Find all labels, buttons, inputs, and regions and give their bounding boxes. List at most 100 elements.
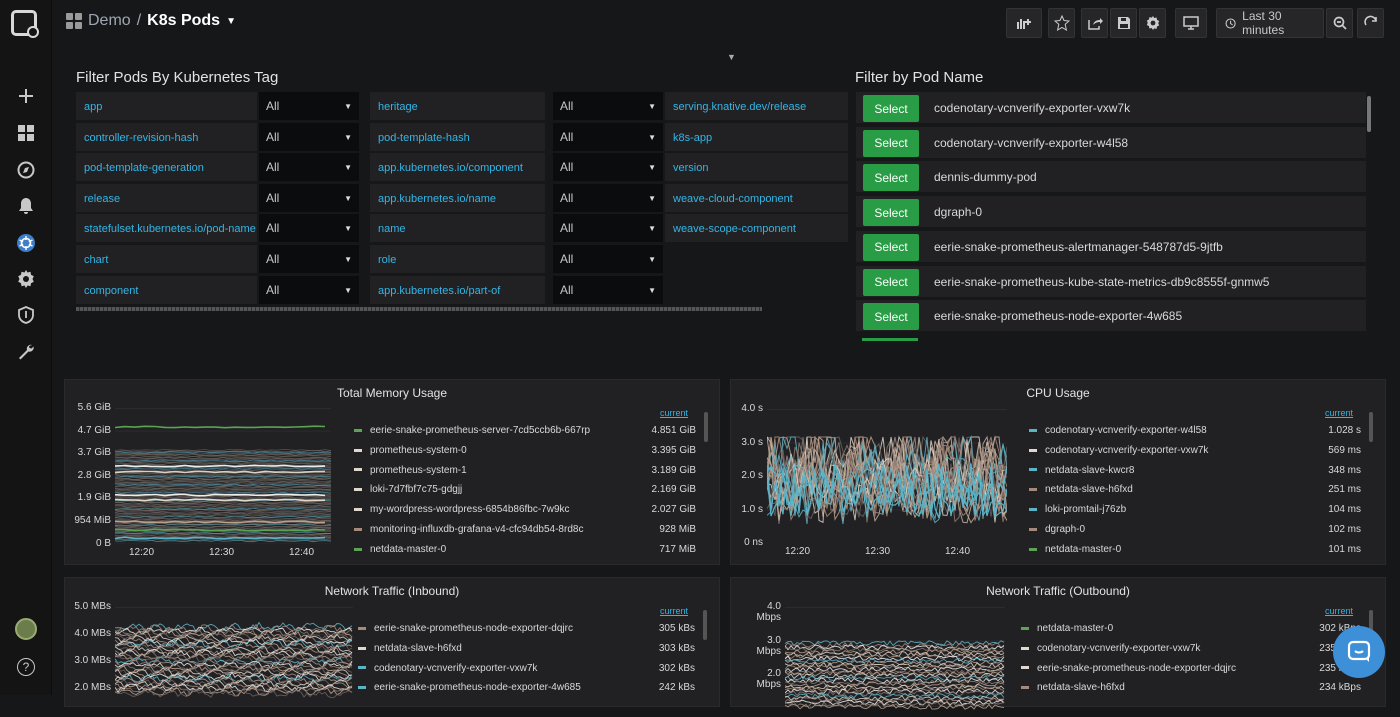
kubernetes-icon[interactable] [0, 226, 52, 260]
add-panel-button[interactable] [1006, 8, 1042, 38]
graph-plot-area[interactable] [785, 607, 1005, 717]
legend-sort-header[interactable]: current [660, 606, 688, 616]
legend-sort-header[interactable]: current [660, 408, 688, 418]
legend-item[interactable]: eerie-snake-prometheus-node-exporter-dqj… [358, 623, 695, 643]
legend-item[interactable]: monitoring-influxdb-grafana-v4-cfc94db54… [354, 524, 696, 544]
graph-plot-area[interactable] [115, 408, 331, 544]
star-button[interactable] [1048, 8, 1075, 38]
wrench-icon[interactable] [0, 335, 52, 369]
legend-name: eerie-snake-prometheus-node-exporter-dqj… [1037, 663, 1236, 674]
legend-item[interactable]: codenotary-vcnverify-exporter-vxw7k569 m… [1029, 445, 1361, 465]
pod-name: codenotary-vcnverify-exporter-vxw7k [934, 101, 1130, 115]
select-button-partial[interactable] [862, 338, 918, 341]
breadcrumb[interactable]: Demo / K8s Pods ▼ [66, 12, 236, 30]
time-picker[interactable]: Last 30 minutes [1216, 8, 1324, 38]
legend-item[interactable]: eerie-snake-prometheus-node-exporter-dqj… [1021, 663, 1361, 683]
tag-select-controller-revision-hash[interactable]: All▼ [259, 123, 359, 151]
gear-icon[interactable] [0, 262, 52, 296]
legend-name: netdata-master-0 [1045, 544, 1121, 555]
select-value: All [266, 221, 279, 242]
compass-icon[interactable] [0, 153, 52, 187]
legend-item[interactable]: netdata-slave-h6fxd303 kBs [358, 643, 695, 663]
row-collapse-icon[interactable]: ▼ [727, 52, 736, 62]
shield-icon[interactable] [0, 298, 52, 332]
y-tick-label: 2.0 Mbps [741, 668, 781, 690]
graph-plot-area[interactable] [767, 409, 1007, 543]
view-mode-button[interactable] [1175, 8, 1207, 38]
legend-series: netdata-slave-h6fxd [1021, 682, 1125, 693]
legend-item[interactable]: netdata-slave-h6fxd251 ms [1029, 484, 1361, 504]
tag-select-app-kubernetes-io-part-of[interactable]: All▼ [553, 276, 663, 304]
select-button[interactable]: Select [863, 130, 919, 157]
chevron-down-icon[interactable]: ▼ [226, 16, 236, 27]
tag-select-pod-template-generation[interactable]: All▼ [259, 153, 359, 181]
legend-series: netdata-master-0 [1029, 544, 1121, 555]
select-button[interactable]: Select [863, 234, 919, 261]
tag-label-release: release [76, 184, 257, 212]
tag-select-chart[interactable]: All▼ [259, 245, 359, 273]
legend-item[interactable]: codenotary-vcnverify-exporter-vxw7k302 k… [358, 663, 695, 683]
legend-item[interactable]: netdata-master-0101 ms [1029, 544, 1361, 564]
bell-icon[interactable] [0, 189, 52, 223]
share-button[interactable] [1081, 8, 1108, 38]
tag-select-app-kubernetes-io-name[interactable]: All▼ [553, 184, 663, 212]
legend-sort-header[interactable]: current [1325, 606, 1353, 616]
panel-network-outbound: Network Traffic (Outbound)4.0 Mbps3.0 Mb… [730, 577, 1386, 707]
dashboard-title[interactable]: K8s Pods [147, 12, 220, 30]
legend-sort-header[interactable]: current [1325, 408, 1353, 418]
tag-select-role[interactable]: All▼ [553, 245, 663, 273]
legend-item[interactable]: codenotary-vcnverify-exporter-vxw7k235 k… [1021, 643, 1361, 663]
legend-scrollbar[interactable] [1369, 412, 1373, 442]
legend-item[interactable]: eerie-snake-prometheus-node-exporter-4w6… [358, 682, 695, 702]
legend-name: netdata-slave-kwcr8 [1045, 465, 1134, 476]
tag-select-release[interactable]: All▼ [259, 184, 359, 212]
legend-series: netdata-master-0 [354, 544, 446, 555]
plus-icon[interactable] [0, 79, 52, 113]
legend-item[interactable]: eerie-snake-prometheus-server-7cd5ccb6b-… [354, 425, 696, 445]
legend-scrollbar[interactable] [704, 412, 708, 442]
legend-name: eerie-snake-prometheus-server-7cd5ccb6b-… [370, 425, 590, 436]
zoom-out-button[interactable] [1326, 8, 1353, 38]
legend-item[interactable]: netdata-master-0717 MiB [354, 544, 696, 564]
folder-name[interactable]: Demo [88, 12, 131, 30]
tag-select-component[interactable]: All▼ [259, 276, 359, 304]
select-button[interactable]: Select [863, 95, 919, 122]
help-icon[interactable]: ? [0, 650, 52, 684]
tag-select-app-kubernetes-io-component[interactable]: All▼ [553, 153, 663, 181]
select-button[interactable]: Select [863, 199, 919, 226]
legend-series: codenotary-vcnverify-exporter-vxw7k [1021, 643, 1200, 654]
chat-button[interactable] [1333, 626, 1385, 678]
legend-item[interactable]: netdata-master-0302 kBps [1021, 623, 1361, 643]
grafana-logo[interactable] [11, 10, 37, 36]
legend-item[interactable]: prometheus-system-03.395 GiB [354, 445, 696, 465]
legend-item[interactable]: netdata-slave-h6fxd234 kBps [1021, 682, 1361, 702]
settings-button[interactable] [1139, 8, 1166, 38]
legend-item[interactable]: codenotary-vcnverify-exporter-w4l581.028… [1029, 425, 1361, 445]
tag-select-pod-template-hash[interactable]: All▼ [553, 123, 663, 151]
legend-item[interactable]: prometheus-system-13.189 GiB [354, 465, 696, 485]
legend-item[interactable]: loki-promtail-j76zb104 ms [1029, 504, 1361, 524]
graph-plot-area[interactable] [115, 607, 353, 717]
caret-down-icon: ▼ [648, 102, 656, 120]
tag-select-statefulset-kubernetes-io-pod-name[interactable]: All▼ [259, 214, 359, 242]
horizontal-scrollbar[interactable] [76, 307, 762, 311]
select-button[interactable]: Select [863, 269, 919, 296]
legend-item[interactable]: netdata-slave-kwcr8348 ms [1029, 465, 1361, 485]
refresh-button[interactable] [1357, 8, 1384, 38]
legend-item[interactable]: my-wordpress-wordpress-6854b86fbc-7w9kc2… [354, 504, 696, 524]
legend-scrollbar[interactable] [703, 610, 707, 640]
avatar[interactable] [0, 612, 52, 646]
dashboards-icon [66, 13, 82, 29]
tag-select-app[interactable]: All▼ [259, 92, 359, 120]
tag-select-heritage[interactable]: All▼ [553, 92, 663, 120]
dashboards-icon[interactable] [0, 116, 52, 150]
legend-item[interactable]: loki-7d7fbf7c75-gdgjj2.169 GiB [354, 484, 696, 504]
save-button[interactable] [1110, 8, 1137, 38]
select-button[interactable]: Select [863, 164, 919, 191]
tag-select-name[interactable]: All▼ [553, 214, 663, 242]
legend-item[interactable]: dgraph-0102 ms [1029, 524, 1361, 544]
select-button[interactable]: Select [863, 303, 919, 330]
legend-series: netdata-slave-h6fxd [1029, 484, 1133, 495]
vertical-scrollbar[interactable] [1367, 96, 1371, 132]
legend-value: 302 kBs [659, 663, 695, 674]
